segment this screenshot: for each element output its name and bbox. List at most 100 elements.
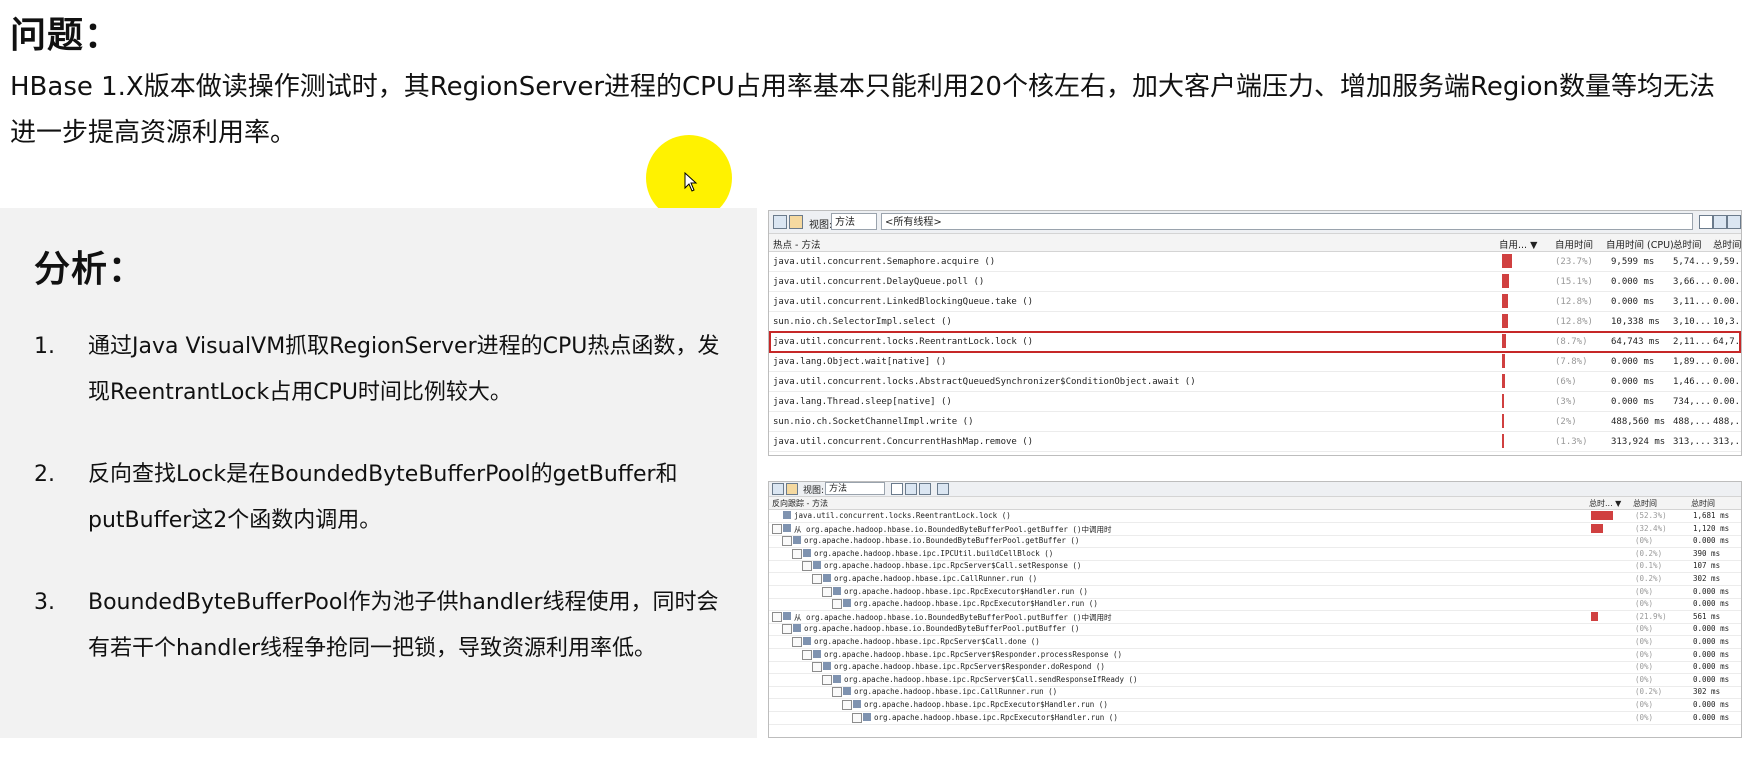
table-row[interactable]: java.util.concurrent.DelayQueue.poll () (…: [769, 272, 1741, 292]
method-name: java.lang.Thread.sleep[native] (): [773, 397, 952, 407]
method-icon: [833, 586, 841, 595]
total-time: 1,681 ms: [1693, 511, 1730, 520]
tree-toggle-icon[interactable]: [782, 624, 792, 635]
settings-icon[interactable]: [937, 483, 949, 495]
search-icon[interactable]: [1699, 215, 1713, 229]
tree-row[interactable]: org.apache.hadoop.hbase.ipc.IPCUtil.buil…: [769, 548, 1741, 561]
tree-row[interactable]: org.apache.hadoop.hbase.ipc.RpcExecutor$…: [769, 598, 1741, 612]
total-time-bar: [1591, 611, 1599, 621]
tree-toggle-icon[interactable]: [832, 599, 842, 610]
tree-row[interactable]: org.apache.hadoop.hbase.ipc.RpcServer$Ca…: [769, 560, 1741, 574]
total-time: 107 ms: [1693, 561, 1721, 571]
tree-row[interactable]: 从 org.apache.hadoop.hbase.io.BoundedByte…: [769, 523, 1741, 536]
col-total-pct[interactable]: 总时... ▼: [1589, 498, 1621, 509]
tree-toggle-icon[interactable]: [772, 611, 782, 622]
col-method[interactable]: 反向跟踪 - 方法: [772, 498, 828, 509]
tree-toggle-icon[interactable]: [812, 574, 822, 584]
tree-toggle-icon[interactable]: [852, 712, 862, 723]
expand-icon[interactable]: [919, 483, 931, 495]
filter-icon[interactable]: [905, 483, 917, 495]
col-self-cpu[interactable]: 自用时间 (CPU): [1606, 237, 1674, 251]
col-total-time2[interactable]: 总时间: [1691, 498, 1715, 509]
total-time2: 10,3...: [1713, 317, 1741, 327]
tree-toggle-icon[interactable]: [812, 662, 822, 673]
filter-icon[interactable]: [1713, 215, 1727, 229]
method-name: org.apache.hadoop.hbase.ipc.RpcExecutor$…: [854, 599, 1098, 609]
total-time2: 0.00...: [1713, 357, 1741, 367]
total-time: 734,...: [1673, 397, 1711, 407]
tree-row[interactable]: org.apache.hadoop.hbase.ipc.RpcExecutor$…: [769, 712, 1741, 725]
total-time2: 9,59...: [1713, 257, 1741, 267]
col-self-time[interactable]: 自用时间: [1555, 237, 1593, 251]
method-name: java.util.concurrent.locks.ReentrantLock…: [794, 511, 1011, 520]
method-name: java.util.concurrent.DelayQueue.poll (): [773, 277, 985, 287]
tree-toggle-icon[interactable]: [772, 523, 782, 534]
tree-row[interactable]: org.apache.hadoop.hbase.ipc.RpcServer$Re…: [769, 661, 1741, 675]
method-name: org.apache.hadoop.hbase.ipc.RpcExecutor$…: [864, 700, 1108, 709]
tree-toggle-icon[interactable]: [822, 586, 832, 597]
tree-toggle-icon[interactable]: [792, 548, 802, 559]
tree-row[interactable]: org.apache.hadoop.hbase.ipc.CallRunner.r…: [769, 686, 1741, 700]
search-icon[interactable]: [891, 483, 903, 495]
tree-toggle-icon[interactable]: [832, 687, 842, 698]
tree-toggle-icon[interactable]: [802, 561, 812, 572]
snapshot-icon[interactable]: [773, 215, 787, 229]
view-select[interactable]: 方法: [831, 213, 877, 230]
total-time: 1,120 ms: [1693, 523, 1730, 533]
tree-row[interactable]: java.util.concurrent.locks.ReentrantLock…: [769, 510, 1741, 523]
table-row[interactable]: java.lang.Thread.sleep[native] () (3%) 0.0…: [769, 392, 1741, 412]
table-row[interactable]: sun.nio.ch.SocketChannelImpl.write () (2%…: [769, 412, 1741, 432]
table-row[interactable]: sun.nio.ch.SelectorImpl.select () (12.8%)…: [769, 312, 1741, 332]
total-time-bar: [1591, 523, 1604, 533]
self-time-bar: [1502, 274, 1509, 288]
tree-toggle-icon[interactable]: [842, 700, 852, 710]
table-row[interactable]: java.util.concurrent.locks.AbstractQueue…: [769, 372, 1741, 392]
tree-row[interactable]: org.apache.hadoop.hbase.ipc.RpcExecutor$…: [769, 699, 1741, 712]
export-icon[interactable]: [786, 483, 798, 495]
thread-select[interactable]: <所有线程>: [881, 213, 1693, 230]
method-name: sun.nio.ch.SelectorImpl.select (): [773, 317, 952, 327]
table-row[interactable]: java.util.concurrent.LinkedBlockingQueue…: [769, 292, 1741, 312]
tree-row[interactable]: org.apache.hadoop.hbase.ipc.RpcExecutor$…: [769, 586, 1741, 599]
total-time-pct: (52.3%): [1635, 511, 1667, 520]
total-time: 5,74...: [1673, 257, 1711, 267]
col-method[interactable]: 热点 - 方法: [773, 237, 820, 251]
total-time-pct: (0%): [1635, 674, 1654, 684]
col-total[interactable]: 总时间: [1673, 237, 1702, 251]
table-row[interactable]: java.lang.Object.wait[native] () (7.8%) 0.…: [769, 352, 1741, 372]
tree-toggle-icon[interactable]: [822, 674, 832, 685]
table-row[interactable]: java.util.concurrent.Semaphore.acquire (…: [769, 252, 1741, 272]
method-icon: [793, 624, 801, 633]
tree-row[interactable]: org.apache.hadoop.hbase.ipc.RpcServer$Re…: [769, 649, 1741, 662]
snapshot-icon[interactable]: [772, 483, 784, 495]
total-time: 0.000 ms: [1693, 599, 1730, 609]
tree-toggle-icon[interactable]: [782, 536, 792, 547]
col-total2[interactable]: 总时间: [1713, 237, 1741, 251]
col-total-time[interactable]: 总时间: [1633, 498, 1657, 509]
total-time: 302 ms: [1693, 687, 1721, 697]
total-time: 0.000 ms: [1693, 712, 1730, 722]
total-time: 0.000 ms: [1693, 586, 1730, 596]
view-select[interactable]: 方法: [825, 482, 885, 495]
total-time: 0.000 ms: [1693, 624, 1730, 634]
self-time-pct: (12.8%): [1555, 297, 1593, 307]
tree-toggle-icon[interactable]: [792, 637, 802, 647]
tree-row[interactable]: 从 org.apache.hadoop.hbase.io.BoundedByte…: [769, 611, 1741, 624]
tree-toggle-icon[interactable]: [802, 649, 812, 660]
total-time: 1,46...: [1673, 377, 1711, 387]
table-row[interactable]: java.util.concurrent.ConcurrentHashMap.r…: [769, 432, 1741, 452]
col-self-pct[interactable]: 自用... ▼: [1499, 237, 1537, 251]
tree-row[interactable]: org.apache.hadoop.hbase.ipc.RpcServer$Ca…: [769, 674, 1741, 687]
method-name: sun.nio.ch.SocketChannelImpl.write (): [773, 417, 974, 427]
total-time: 0.000 ms: [1693, 536, 1730, 546]
tree-row[interactable]: org.apache.hadoop.hbase.io.BoundedByteBu…: [769, 623, 1741, 637]
settings-icon[interactable]: [1727, 215, 1741, 229]
tree-row[interactable]: org.apache.hadoop.hbase.ipc.CallRunner.r…: [769, 573, 1741, 586]
tree-row[interactable]: org.apache.hadoop.hbase.ipc.RpcServer$Ca…: [769, 636, 1741, 649]
self-time-pct: (2%): [1555, 417, 1577, 427]
self-time-pct: (12.8%): [1555, 317, 1593, 327]
method-name: org.apache.hadoop.hbase.ipc.IPCUtil.buil…: [814, 548, 1054, 558]
hotspots-toolbar: 视图: 方法 <所有线程>: [769, 211, 1741, 234]
tree-row[interactable]: org.apache.hadoop.hbase.io.BoundedByteBu…: [769, 535, 1741, 549]
export-icon[interactable]: [789, 215, 803, 229]
